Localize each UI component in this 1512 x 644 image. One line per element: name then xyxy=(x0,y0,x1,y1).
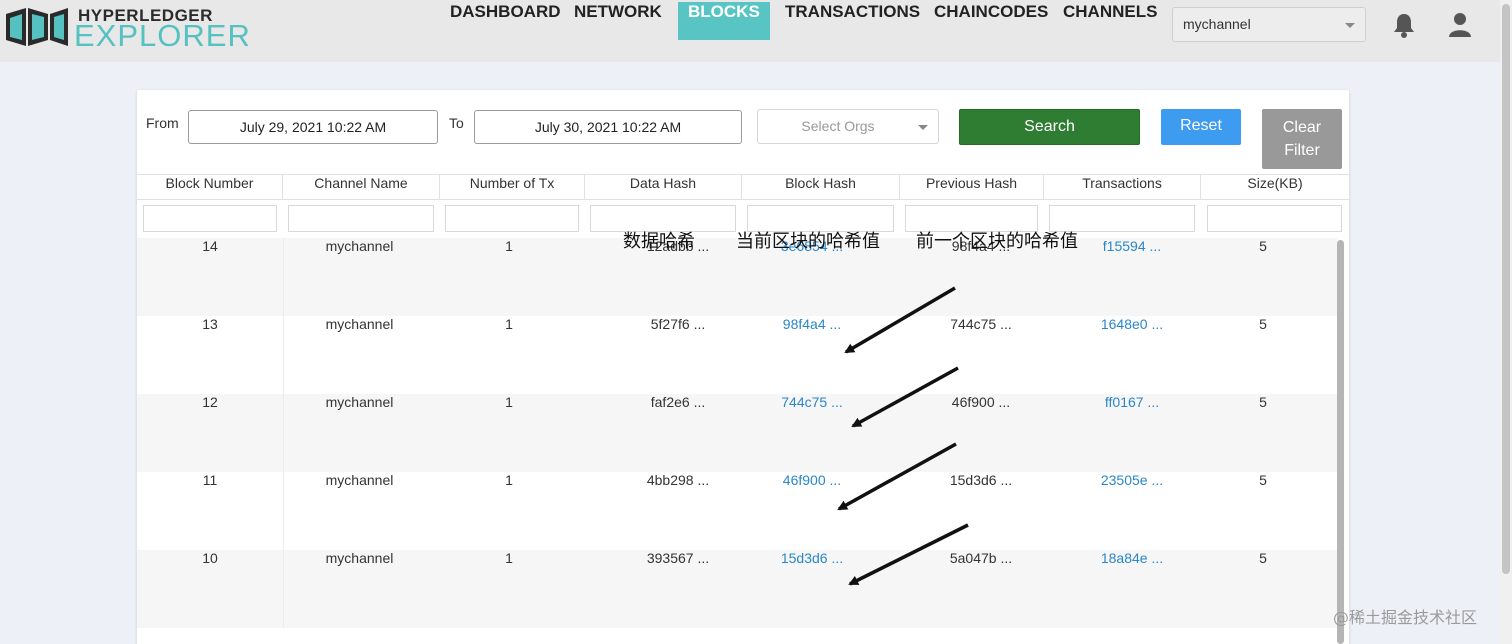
column-header-size[interactable]: Size(KB) xyxy=(1201,175,1349,199)
cell-number-of-tx: 1 xyxy=(505,550,513,566)
logo-title-bottom: EXPLORER xyxy=(74,18,251,53)
cell-block-number: 12 xyxy=(202,394,218,410)
cell-transactions-link[interactable]: 18a84e ... xyxy=(1052,550,1212,628)
cell-size: 5 xyxy=(1259,238,1267,254)
app-header: HYPERLEDGER EXPLORER DASHBOARD NETWORK B… xyxy=(0,0,1512,62)
annotation-previous-hash: 前一个区块的哈希值 xyxy=(916,231,1078,252)
table-header: Block Number Channel Name Number of Tx D… xyxy=(137,174,1349,200)
nav-blocks[interactable]: BLOCKS xyxy=(678,2,770,40)
cell-previous-hash: 5a047b ... xyxy=(949,550,1013,566)
clear-filter-button[interactable]: Clear Filter xyxy=(1262,109,1342,169)
blocks-card: From July 29, 2021 10:22 AM To July 30, … xyxy=(137,90,1349,644)
cell-channel-name: mychannel xyxy=(325,394,394,410)
cell-channel-name: mychannel xyxy=(325,238,394,254)
filter-input-size[interactable] xyxy=(1207,205,1342,232)
table-row[interactable]: 11 mychannel 1 4bb298 ... 46f900 ... 15d… xyxy=(137,472,1337,550)
filter-input-number-of-tx[interactable] xyxy=(445,205,579,232)
column-header-block-number[interactable]: Block Number xyxy=(137,175,283,199)
cell-previous-hash: 46f900 ... xyxy=(951,394,1011,410)
column-header-data-hash[interactable]: Data Hash xyxy=(585,175,742,199)
nav-dashboard[interactable]: DASHBOARD xyxy=(440,2,571,40)
annotation-data-hash: 数据哈希 xyxy=(623,231,695,252)
cell-size: 5 xyxy=(1259,550,1267,566)
from-date-input[interactable]: July 29, 2021 10:22 AM xyxy=(188,110,438,144)
nav-network[interactable]: NETWORK xyxy=(564,2,672,40)
cell-block-number: 14 xyxy=(202,238,218,254)
to-date-input[interactable]: July 30, 2021 10:22 AM xyxy=(474,110,742,144)
cell-number-of-tx: 1 xyxy=(505,238,513,254)
reset-button[interactable]: Reset xyxy=(1161,109,1241,145)
to-label: To xyxy=(449,115,464,131)
filter-input-channel-name[interactable] xyxy=(288,205,434,232)
cell-previous-hash: 744c75 ... xyxy=(950,316,1012,332)
cell-channel-name: mychannel xyxy=(325,316,394,332)
table-row[interactable]: 13 mychannel 1 5f27f6 ... 98f4a4 ... 744… xyxy=(137,316,1337,394)
table-row[interactable]: 10 mychannel 1 393567 ... 15d3d6 ... 5a0… xyxy=(137,550,1337,628)
channel-select[interactable]: mychannel xyxy=(1172,7,1366,42)
table-body: 14 mychannel 1 12adbb ... 3e6854 ... 98f… xyxy=(137,238,1337,644)
column-header-channel-name[interactable]: Channel Name xyxy=(283,175,440,199)
from-label: From xyxy=(146,115,179,131)
bell-icon[interactable] xyxy=(1392,12,1416,43)
watermark-text: @稀土掘金技术社区 xyxy=(1333,608,1478,627)
cell-block-hash-link[interactable]: 98f4a4 ... xyxy=(732,316,892,394)
clear-filter-label-line1: Clear xyxy=(1282,119,1322,136)
column-header-previous-hash[interactable]: Previous Hash xyxy=(900,175,1044,199)
cell-block-number: 11 xyxy=(202,472,218,488)
table-row[interactable]: 12 mychannel 1 faf2e6 ... 744c75 ... 46f… xyxy=(137,394,1337,472)
nav-chaincodes[interactable]: CHAINCODES xyxy=(924,2,1058,40)
hyperledger-explorer-logo[interactable]: HYPERLEDGER EXPLORER xyxy=(4,4,264,53)
orgs-select[interactable]: Select Orgs xyxy=(757,109,939,144)
cell-number-of-tx: 1 xyxy=(505,394,513,410)
filter-input-block-number[interactable] xyxy=(143,205,277,232)
table-scrollbar[interactable] xyxy=(1337,240,1344,644)
chevron-down-icon xyxy=(1345,23,1355,28)
cell-size: 5 xyxy=(1259,472,1267,488)
annotation-block-hash: 当前区块的哈希值 xyxy=(736,231,880,252)
cell-transactions-link[interactable]: 1648e0 ... xyxy=(1052,316,1212,394)
cell-previous-hash: 15d3d6 ... xyxy=(949,472,1013,488)
channel-select-value: mychannel xyxy=(1183,16,1251,32)
cell-transactions-link[interactable]: ff0167 ... xyxy=(1052,394,1212,472)
chevron-down-icon xyxy=(918,125,928,130)
column-header-block-hash[interactable]: Block Hash xyxy=(742,175,900,199)
orgs-select-placeholder: Select Orgs xyxy=(801,118,875,134)
cell-transactions-link[interactable]: 23505e ... xyxy=(1052,472,1212,550)
page-scrollbar[interactable] xyxy=(1502,4,1510,574)
clear-filter-label-line2: Filter xyxy=(1284,142,1320,159)
cell-size: 5 xyxy=(1259,394,1267,410)
user-icon[interactable] xyxy=(1448,12,1472,43)
cell-number-of-tx: 1 xyxy=(505,472,513,488)
cell-block-hash-link[interactable]: 46f900 ... xyxy=(732,472,892,550)
cell-channel-name: mychannel xyxy=(325,550,394,566)
column-header-number-of-tx[interactable]: Number of Tx xyxy=(440,175,585,199)
column-header-transactions[interactable]: Transactions xyxy=(1044,175,1201,199)
logo-blocks-icon xyxy=(6,8,68,46)
cell-number-of-tx: 1 xyxy=(505,316,513,332)
cell-block-number: 10 xyxy=(202,550,218,566)
search-button[interactable]: Search xyxy=(959,109,1140,145)
cell-block-number: 13 xyxy=(202,316,218,332)
cell-block-hash-link[interactable]: 744c75 ... xyxy=(732,394,892,472)
cell-size: 5 xyxy=(1259,316,1267,332)
cell-channel-name: mychannel xyxy=(325,472,394,488)
nav-channels[interactable]: CHANNELS xyxy=(1053,2,1167,40)
cell-block-hash-link[interactable]: 15d3d6 ... xyxy=(732,550,892,628)
nav-transactions[interactable]: TRANSACTIONS xyxy=(775,2,930,40)
